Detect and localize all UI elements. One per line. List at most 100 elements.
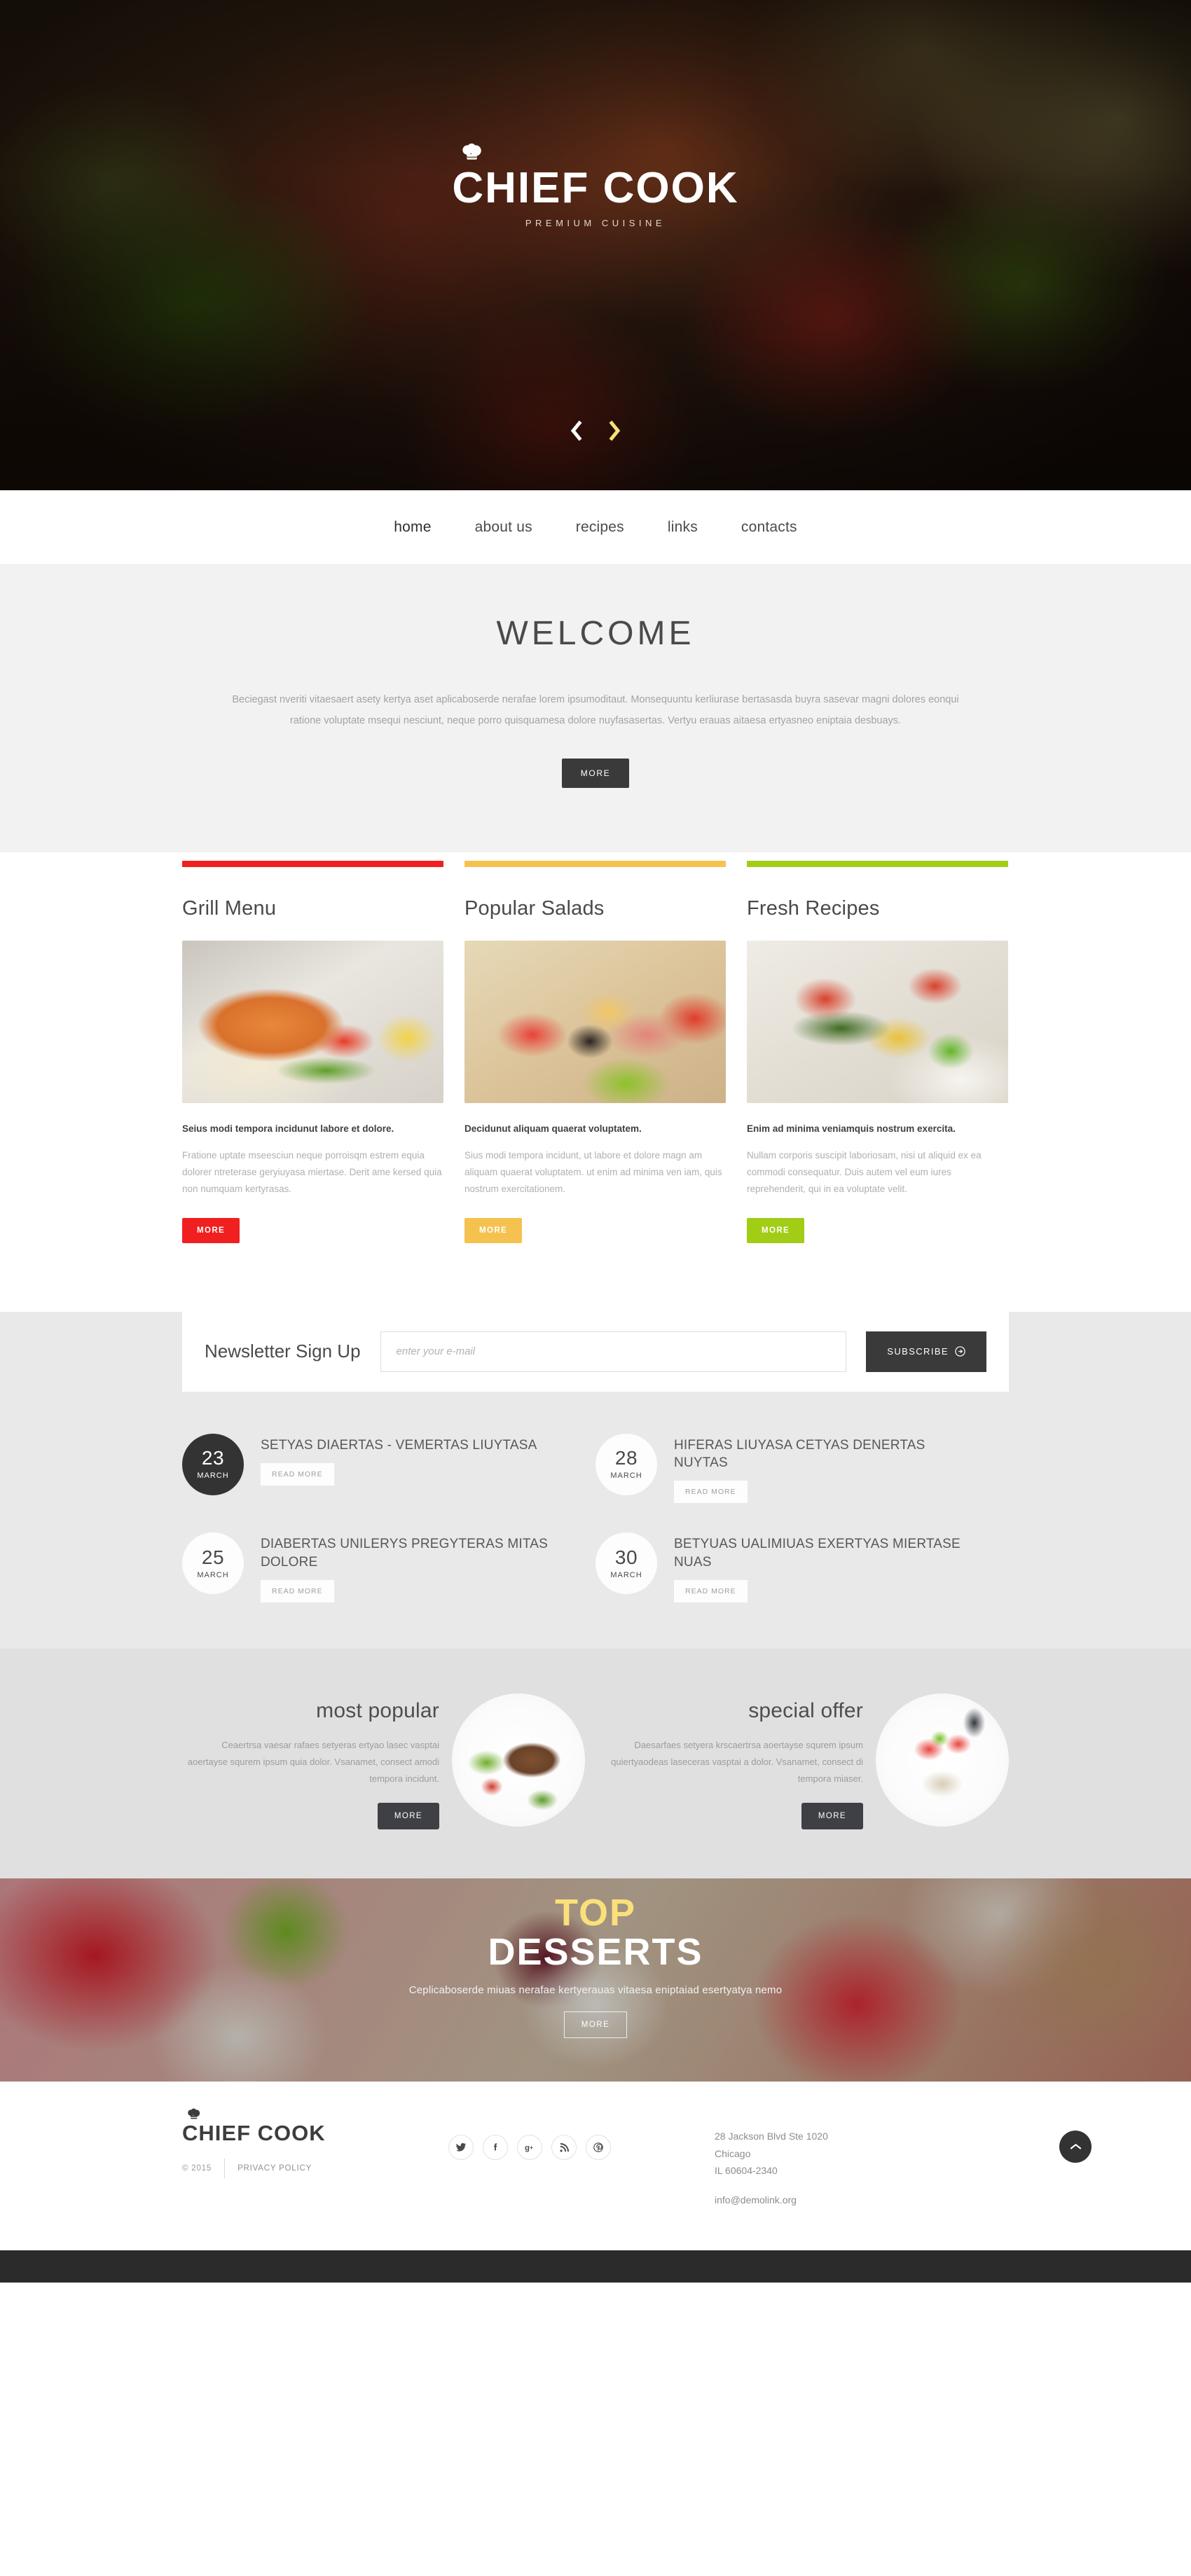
- social-links: g +: [448, 2122, 715, 2161]
- news-day: 23: [201, 1447, 225, 1469]
- card-lead: Decidunut aliquam quaerat voluptatem.: [464, 1123, 642, 1134]
- news-title: DIABERTAS UNILERYS PREGYTERAS MITAS DOLO…: [261, 1537, 548, 1570]
- newsletter-email-input[interactable]: [380, 1331, 847, 1372]
- fresh-recipes-photo: [747, 940, 1008, 1103]
- newsletter-signup: Newsletter Sign Up SUBSCRIBE: [182, 1311, 1009, 1392]
- svg-text:g: g: [524, 2145, 529, 2153]
- card-accent-bar: [747, 860, 1008, 867]
- nav-item-home[interactable]: home: [372, 519, 453, 536]
- news-item: 30 MARCH BETYUAS UALIMIUAS EXERTYAS MIER…: [596, 1532, 1009, 1603]
- news-date-badge: 25 MARCH: [182, 1532, 244, 1595]
- newsletter-and-news-section: Newsletter Sign Up SUBSCRIBE 23 MARCH SE…: [0, 1311, 1191, 1649]
- newsletter-title: Newsletter Sign Up: [205, 1341, 361, 1362]
- card-title: Fresh Recipes: [747, 896, 880, 920]
- desserts-more-button[interactable]: MORE: [563, 2011, 628, 2038]
- card-body: Sius modi tempora incidunt, ut labore et…: [464, 1150, 722, 1194]
- facebook-icon[interactable]: [483, 2135, 508, 2161]
- news-item: 25 MARCH DIABERTAS UNILERYS PREGYTERAS M…: [182, 1532, 596, 1603]
- logo-title: CHIEF COOK: [452, 164, 739, 212]
- news-item: 28 MARCH HIFERAS LIUYASA CETYAS DENERTAS…: [596, 1433, 1009, 1504]
- card-accent-bar: [182, 860, 443, 867]
- news-read-more-button[interactable]: READ MORE: [674, 1580, 748, 1603]
- popular-salads-photo: [464, 940, 726, 1103]
- main-navigation: home about us recipes links contacts: [0, 490, 1191, 564]
- news-item: 23 MARCH SETYAS DIAERTAS - VEMERTAS LIUY…: [182, 1433, 596, 1504]
- privacy-policy-link[interactable]: PRIVACY POLICY: [237, 2164, 312, 2173]
- news-date-badge: 28 MARCH: [596, 1433, 657, 1495]
- welcome-title: WELCOME: [496, 615, 695, 652]
- promo-body: Ceaertrsa vaesar rafaes setyeras ertyao …: [187, 1740, 439, 1785]
- promo-special-offer: special offer Daesarfaes setyera krscaer…: [606, 1689, 1009, 1830]
- hero-slider: CHIEF COOK PREMIUM CUISINE: [0, 0, 1191, 490]
- news-title: HIFERAS LIUYASA CETYAS DENERTAS NUYTAS: [674, 1437, 925, 1470]
- slider-prev-button[interactable]: [568, 420, 584, 441]
- scroll-to-top-button[interactable]: [1059, 2131, 1092, 2163]
- card-popular-salads: Popular Salads Decidunut aliquam quaerat…: [464, 860, 726, 1243]
- news-day: 28: [614, 1447, 638, 1469]
- promo-most-popular: most popular Ceaertrsa vaesar rafaes set…: [182, 1689, 585, 1830]
- card-body: Nullam corporis suscipit laboriosam, nis…: [747, 1150, 982, 1194]
- desserts-title-top: TOP: [554, 1892, 637, 1934]
- desserts-subtitle: Ceplicaboserde miuas nerafae kertyerauas…: [408, 1983, 783, 1996]
- footer-contact: 28 Jackson Blvd Ste 1020 Chicago IL 6060…: [715, 2122, 1009, 2208]
- news-date-badge: 30 MARCH: [596, 1532, 657, 1595]
- nav-item-about-us[interactable]: about us: [453, 519, 554, 536]
- card-title: Grill Menu: [182, 896, 277, 920]
- grill-menu-photo: [182, 940, 443, 1103]
- news-day: 25: [201, 1546, 225, 1568]
- news-month: MARCH: [197, 1471, 229, 1481]
- bottom-bar: [0, 2250, 1191, 2283]
- news-day: 30: [614, 1546, 638, 1568]
- card-grill-menu: Grill Menu Seius modi tempora incidunut …: [182, 860, 443, 1243]
- card-more-button[interactable]: MORE: [464, 1217, 523, 1243]
- subscribe-label: SUBSCRIBE: [887, 1346, 949, 1357]
- news-read-more-button[interactable]: READ MORE: [261, 1580, 334, 1603]
- footer-logo: CHIEF COOK: [182, 2121, 326, 2146]
- slider-next-button[interactable]: [607, 420, 623, 441]
- twitter-icon[interactable]: [448, 2135, 474, 2161]
- chef-hat-icon: [188, 2109, 200, 2119]
- promo-more-button[interactable]: MORE: [801, 1803, 863, 1830]
- promo-title: special offer: [748, 1699, 863, 1723]
- promo-more-button[interactable]: MORE: [377, 1803, 439, 1830]
- google-plus-icon[interactable]: g +: [517, 2135, 542, 2161]
- address-line-3: IL 60604-2340: [715, 2164, 778, 2176]
- most-popular-dish-photo: [452, 1694, 585, 1827]
- rss-icon[interactable]: [551, 2135, 577, 2161]
- news-title: BETYUAS UALIMIUAS EXERTYAS MIERTASE NUAS: [674, 1537, 961, 1570]
- card-more-button[interactable]: MORE: [182, 1217, 240, 1243]
- chevron-up-icon: [1070, 2144, 1081, 2149]
- nav-item-links[interactable]: links: [646, 519, 720, 536]
- news-month: MARCH: [610, 1570, 642, 1579]
- card-body: Fratione uptate mseesciun neque porroisq…: [182, 1150, 442, 1194]
- news-month: MARCH: [197, 1570, 229, 1579]
- footer-email-link[interactable]: info@demolink.org: [715, 2191, 1009, 2208]
- welcome-paragraph: Beciegast nveriti vitaesaert asety kerty…: [232, 694, 959, 726]
- logo-tagline: PREMIUM CUISINE: [525, 218, 666, 228]
- news-month: MARCH: [610, 1471, 642, 1481]
- card-fresh-recipes: Fresh Recipes Enim ad minima veniamquis …: [747, 860, 1008, 1243]
- page-footer: CHIEF COOK © 2015 PRIVACY POLICY g + 28 …: [0, 2082, 1191, 2250]
- desserts-title-main: DESSERTS: [488, 1930, 703, 1973]
- address-line-1: 28 Jackson Blvd Ste 1020: [715, 2131, 828, 2142]
- nav-item-recipes[interactable]: recipes: [554, 519, 646, 536]
- svg-text:+: +: [530, 2144, 533, 2151]
- arrow-circle-right-icon: [955, 1346, 965, 1357]
- newsletter-subscribe-button[interactable]: SUBSCRIBE: [866, 1331, 986, 1372]
- news-list: 23 MARCH SETYAS DIAERTAS - VEMERTAS LIUY…: [182, 1433, 1009, 1603]
- news-read-more-button[interactable]: READ MORE: [261, 1462, 334, 1486]
- pinterest-icon[interactable]: [586, 2135, 611, 2161]
- news-read-more-button[interactable]: READ MORE: [674, 1481, 748, 1504]
- hero-logo: CHIEF COOK PREMIUM CUISINE: [189, 143, 1002, 228]
- featured-cards-section: Grill Menu Seius modi tempora incidunut …: [0, 852, 1191, 1312]
- card-more-button[interactable]: MORE: [747, 1217, 805, 1243]
- welcome-more-button[interactable]: MORE: [561, 758, 630, 788]
- promo-title: most popular: [316, 1699, 439, 1723]
- slider-controls: [189, 420, 1002, 441]
- card-title: Popular Salads: [464, 896, 605, 920]
- address-line-2: Chicago: [715, 2147, 751, 2159]
- nav-item-contacts[interactable]: contacts: [720, 519, 819, 536]
- chef-hat-icon: [462, 143, 482, 160]
- promo-body: Daesarfaes setyera krscaertrsa aoertayse…: [611, 1740, 863, 1785]
- card-accent-bar: [464, 860, 726, 867]
